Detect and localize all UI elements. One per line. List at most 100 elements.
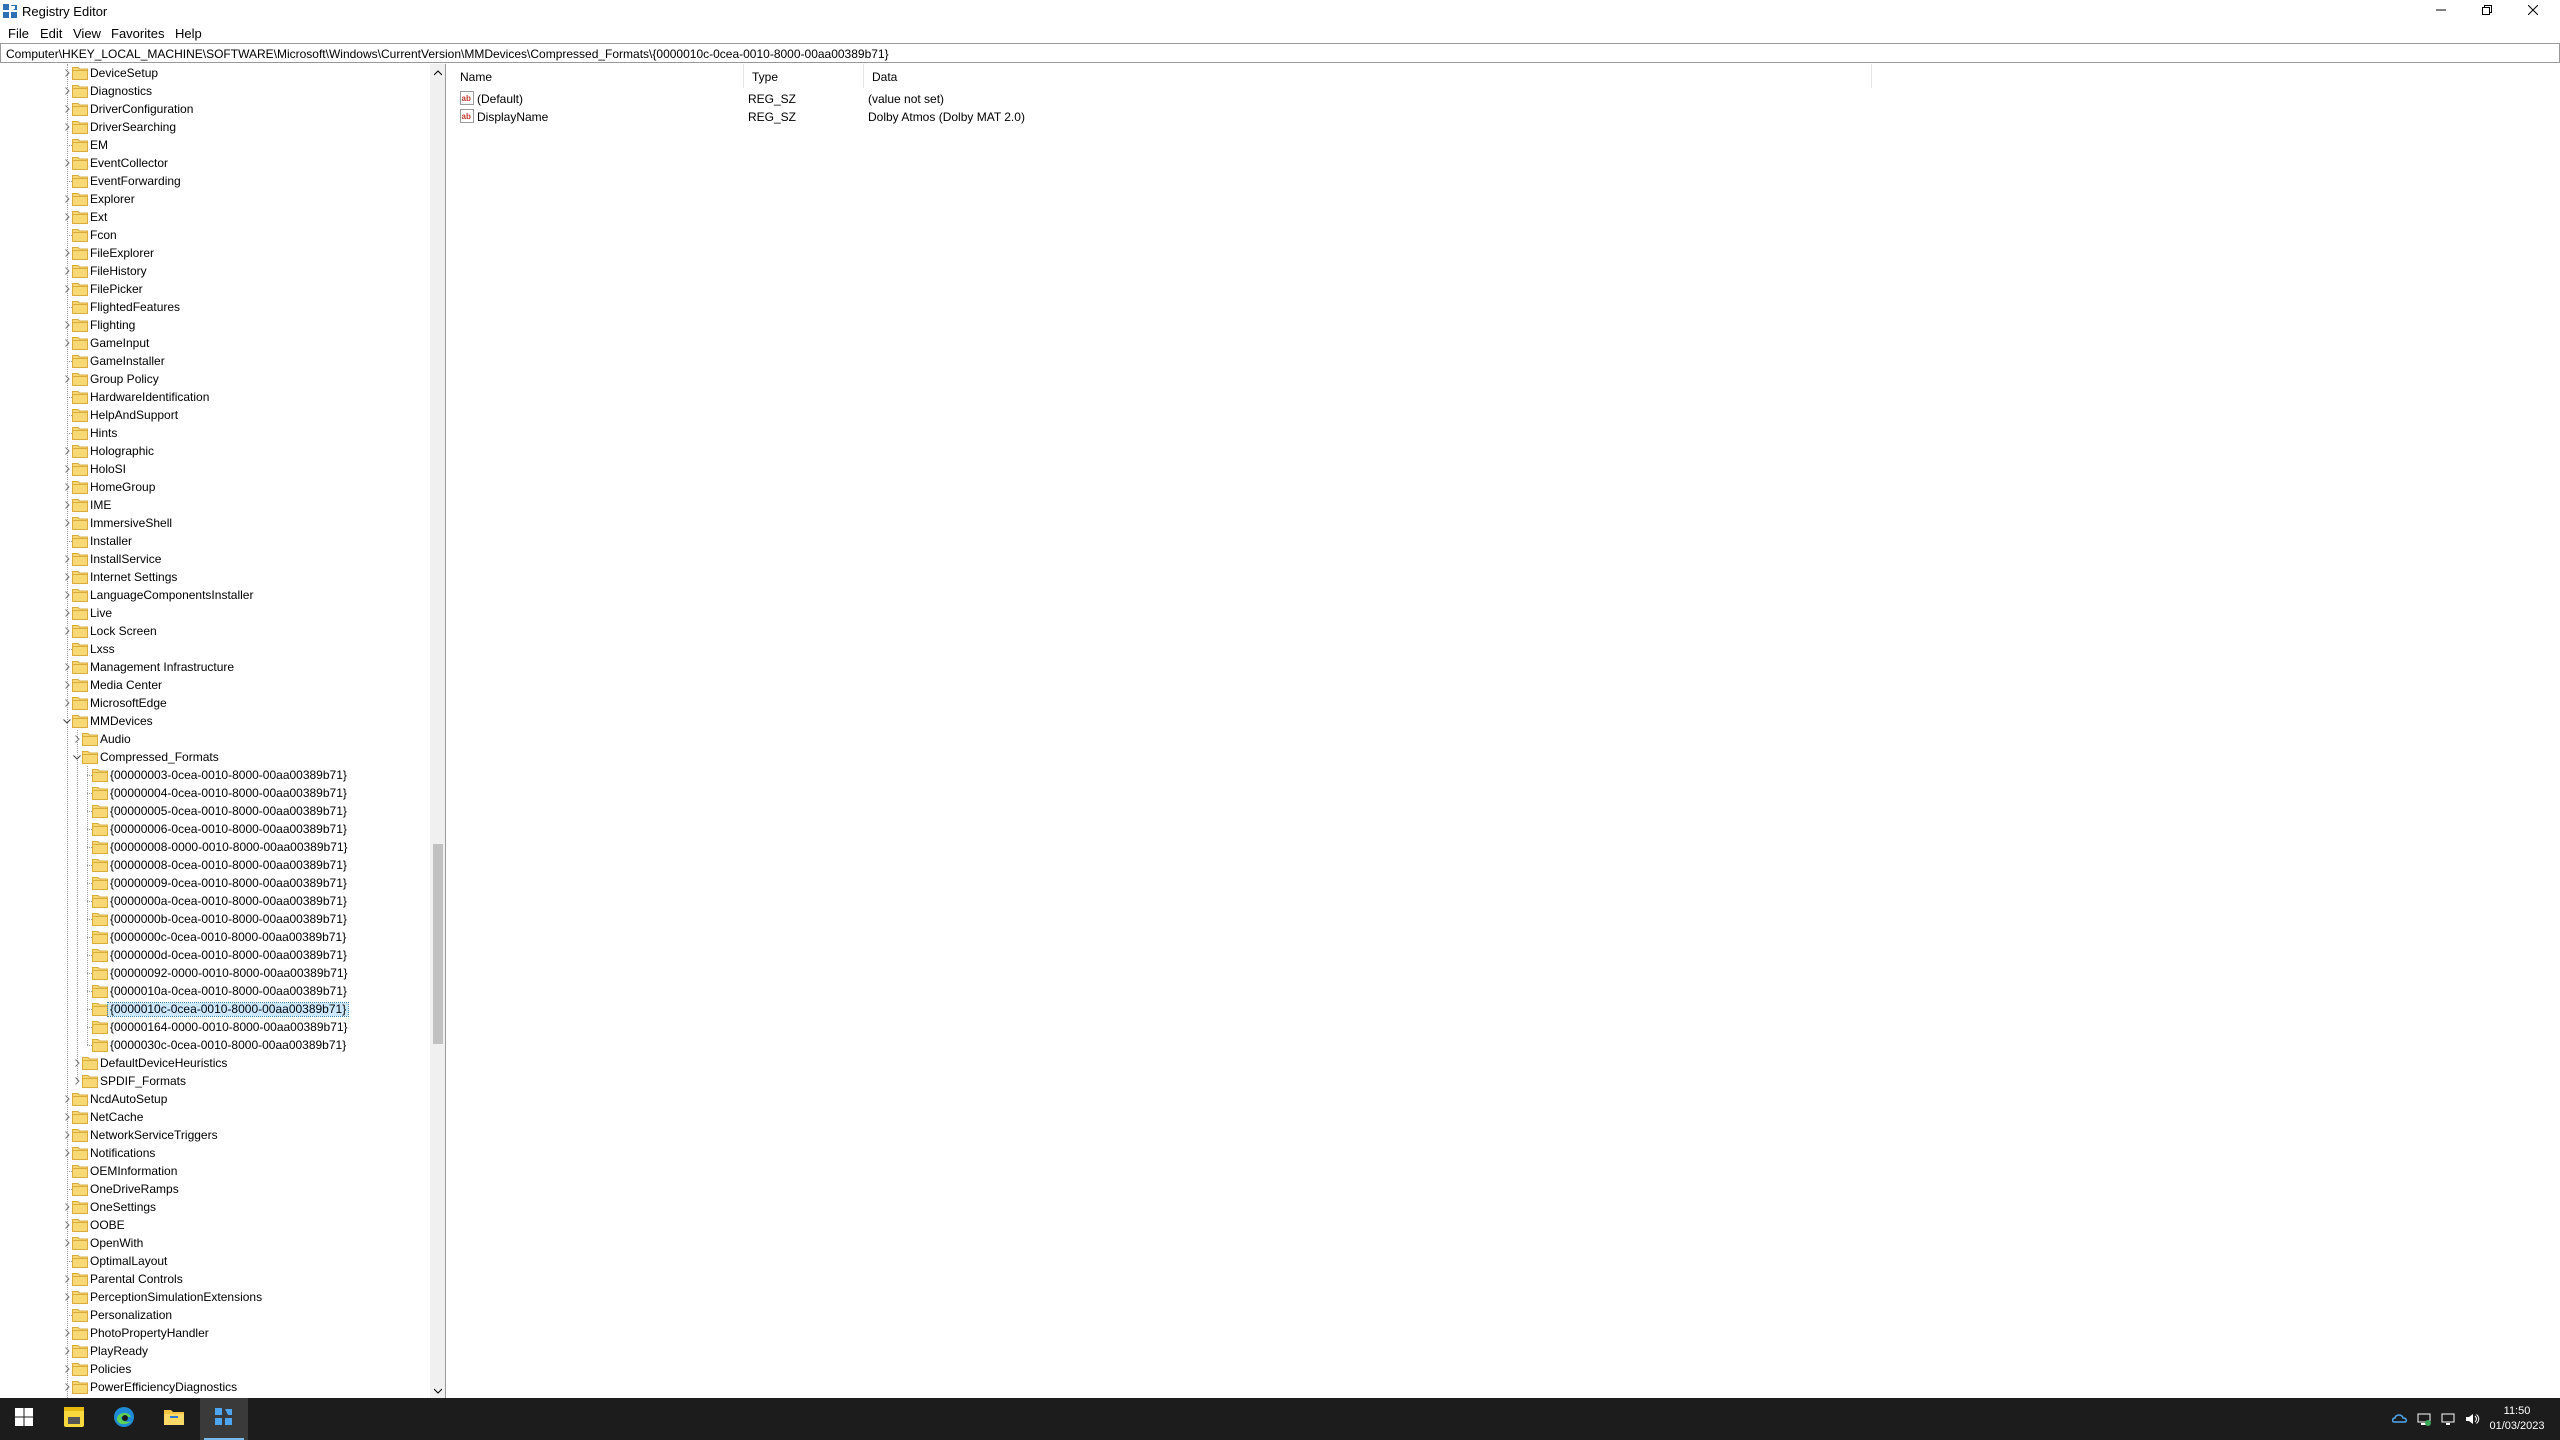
menu-view[interactable]: View <box>73 26 101 41</box>
tree-node[interactable]: DriverSearching <box>0 118 430 136</box>
tree-node[interactable]: Ext <box>0 208 430 226</box>
tree-node[interactable]: Holographic <box>0 442 430 460</box>
value-row[interactable]: ab (Default) REG_SZ (value not set) <box>452 89 2560 107</box>
menu-favorites[interactable]: Favorites <box>111 26 164 41</box>
tree-node[interactable]: {0000010c-0cea-0010-8000-00aa00389b71} <box>0 1000 430 1018</box>
column-header-name[interactable]: Name <box>452 64 744 88</box>
tree-node[interactable]: {00000003-0cea-0010-8000-00aa00389b71} <box>0 766 430 784</box>
tree-node[interactable]: GameInput <box>0 334 430 352</box>
tree-scrollbar[interactable] <box>430 64 445 1398</box>
tree-node[interactable]: Group Policy <box>0 370 430 388</box>
close-button[interactable] <box>2510 0 2556 20</box>
tree-node[interactable]: OOBE <box>0 1216 430 1234</box>
tree-node[interactable]: {0000000c-0cea-0010-8000-00aa00389b71} <box>0 928 430 946</box>
tree-node[interactable]: Personalization <box>0 1306 430 1324</box>
tree-node[interactable]: Explorer <box>0 190 430 208</box>
network-sync-icon[interactable] <box>2416 1411 2432 1427</box>
tree-node[interactable]: MicrosoftEdge <box>0 694 430 712</box>
tree-node[interactable]: {00000092-0000-0010-8000-00aa00389b71} <box>0 964 430 982</box>
tree-node[interactable]: HelpAndSupport <box>0 406 430 424</box>
tree-node[interactable]: Management Infrastructure <box>0 658 430 676</box>
tree-node[interactable]: PowerEfficiencyDiagnostics <box>0 1378 430 1396</box>
tree-node[interactable]: GameInstaller <box>0 352 430 370</box>
tree-node[interactable]: Parental Controls <box>0 1270 430 1288</box>
tree-node[interactable]: NcdAutoSetup <box>0 1090 430 1108</box>
tree-node[interactable]: Fcon <box>0 226 430 244</box>
tree-node[interactable]: FilePicker <box>0 280 430 298</box>
menu-edit[interactable]: Edit <box>40 26 62 41</box>
tree-node[interactable]: SPDIF_Formats <box>0 1072 430 1090</box>
value-row[interactable]: ab DisplayName REG_SZ Dolby Atmos (Dolby… <box>452 107 2560 125</box>
tree-node[interactable]: {0000030c-0cea-0010-8000-00aa00389b71} <box>0 1036 430 1054</box>
address-bar[interactable]: Computer\HKEY_LOCAL_MACHINE\SOFTWARE\Mic… <box>0 43 2560 63</box>
tree-node[interactable]: {0000010a-0cea-0010-8000-00aa00389b71} <box>0 982 430 1000</box>
tree-node[interactable]: {0000000d-0cea-0010-8000-00aa00389b71} <box>0 946 430 964</box>
onedrive-icon[interactable] <box>2392 1411 2408 1427</box>
menu-file[interactable]: File <box>8 26 29 41</box>
tree-node[interactable]: Live <box>0 604 430 622</box>
tree-node[interactable]: EM <box>0 136 430 154</box>
tree-node[interactable]: FileExplorer <box>0 244 430 262</box>
start-button[interactable] <box>0 1398 48 1440</box>
title-bar[interactable]: Registry Editor <box>0 0 2560 22</box>
tree-node[interactable]: {00000006-0cea-0010-8000-00aa00389b71} <box>0 820 430 838</box>
tree-node[interactable]: PhotoPropertyHandler <box>0 1324 430 1342</box>
column-header-data[interactable]: Data <box>864 64 1872 88</box>
edge-button[interactable] <box>100 1398 148 1440</box>
tree-node[interactable]: {00000009-0cea-0010-8000-00aa00389b71} <box>0 874 430 892</box>
tree-node[interactable]: Audio <box>0 730 430 748</box>
tree-node[interactable]: EventCollector <box>0 154 430 172</box>
tree-node[interactable]: Compressed_Formats <box>0 748 430 766</box>
minimize-button[interactable] <box>2418 0 2464 20</box>
file-explorer-button[interactable] <box>150 1398 198 1440</box>
system-clock[interactable]: 11:50 01/03/2023 <box>2478 1404 2556 1434</box>
tree-node[interactable]: {00000008-0cea-0010-8000-00aa00389b71} <box>0 856 430 874</box>
tree-node[interactable]: LanguageComponentsInstaller <box>0 586 430 604</box>
tree-node[interactable]: Policies <box>0 1360 430 1378</box>
tree-node[interactable]: OptimalLayout <box>0 1252 430 1270</box>
tree-node[interactable]: {00000164-0000-0010-8000-00aa00389b71} <box>0 1018 430 1036</box>
scroll-up-button[interactable] <box>430 64 445 80</box>
tree-node[interactable]: {00000004-0cea-0010-8000-00aa00389b71} <box>0 784 430 802</box>
tree-node[interactable]: {0000000b-0cea-0010-8000-00aa00389b71} <box>0 910 430 928</box>
tree-node[interactable]: OneDriveRamps <box>0 1180 430 1198</box>
tree-node[interactable]: Media Center <box>0 676 430 694</box>
tree-node[interactable]: DriverConfiguration <box>0 100 430 118</box>
scroll-thumb[interactable] <box>433 844 443 1044</box>
tree-node[interactable]: OneSettings <box>0 1198 430 1216</box>
tree-node[interactable]: HardwareIdentification <box>0 388 430 406</box>
tree-node[interactable]: {00000005-0cea-0010-8000-00aa00389b71} <box>0 802 430 820</box>
tree-node[interactable]: OEMInformation <box>0 1162 430 1180</box>
address-path[interactable]: Computer\HKEY_LOCAL_MACHINE\SOFTWARE\Mic… <box>6 47 889 61</box>
sticky-notes-button[interactable] <box>50 1398 98 1440</box>
tree-node[interactable]: {00000008-0000-0010-8000-00aa00389b71} <box>0 838 430 856</box>
column-header-type[interactable]: Type <box>744 64 864 88</box>
restore-button[interactable] <box>2464 0 2510 20</box>
tree-node[interactable]: PlayReady <box>0 1342 430 1360</box>
tree-node[interactable]: MMDevices <box>0 712 430 730</box>
tree-node[interactable]: FileHistory <box>0 262 430 280</box>
tree-node[interactable]: NetCache <box>0 1108 430 1126</box>
tree-node[interactable]: PerceptionSimulationExtensions <box>0 1288 430 1306</box>
scroll-down-button[interactable] <box>430 1382 445 1398</box>
tree-node[interactable]: InstallService <box>0 550 430 568</box>
tree-node[interactable]: DeviceSetup <box>0 64 430 82</box>
tree-node[interactable]: ImmersiveShell <box>0 514 430 532</box>
tree-node[interactable]: Hints <box>0 424 430 442</box>
key-tree-pane[interactable]: DeviceSetup Diagnostics DriverConfiguratio… <box>0 64 446 1398</box>
tree-node[interactable]: HomeGroup <box>0 478 430 496</box>
tree-node[interactable]: Notifications <box>0 1144 430 1162</box>
tree-node[interactable]: NetworkServiceTriggers <box>0 1126 430 1144</box>
tree-node[interactable]: FlightedFeatures <box>0 298 430 316</box>
tree-node[interactable]: EventForwarding <box>0 172 430 190</box>
tree-node[interactable]: Installer <box>0 532 430 550</box>
tree-node[interactable]: OpenWith <box>0 1234 430 1252</box>
tree-node[interactable]: Lock Screen <box>0 622 430 640</box>
tree-node[interactable]: IME <box>0 496 430 514</box>
registry-editor-button[interactable] <box>200 1398 248 1440</box>
tree-node[interactable]: DefaultDeviceHeuristics <box>0 1054 430 1072</box>
tree-node[interactable]: HoloSI <box>0 460 430 478</box>
tree-node[interactable]: Diagnostics <box>0 82 430 100</box>
tree-node[interactable]: {0000000a-0cea-0010-8000-00aa00389b71} <box>0 892 430 910</box>
values-pane[interactable]: Name Type Data ab (Default) REG_SZ (valu… <box>452 64 2560 1398</box>
